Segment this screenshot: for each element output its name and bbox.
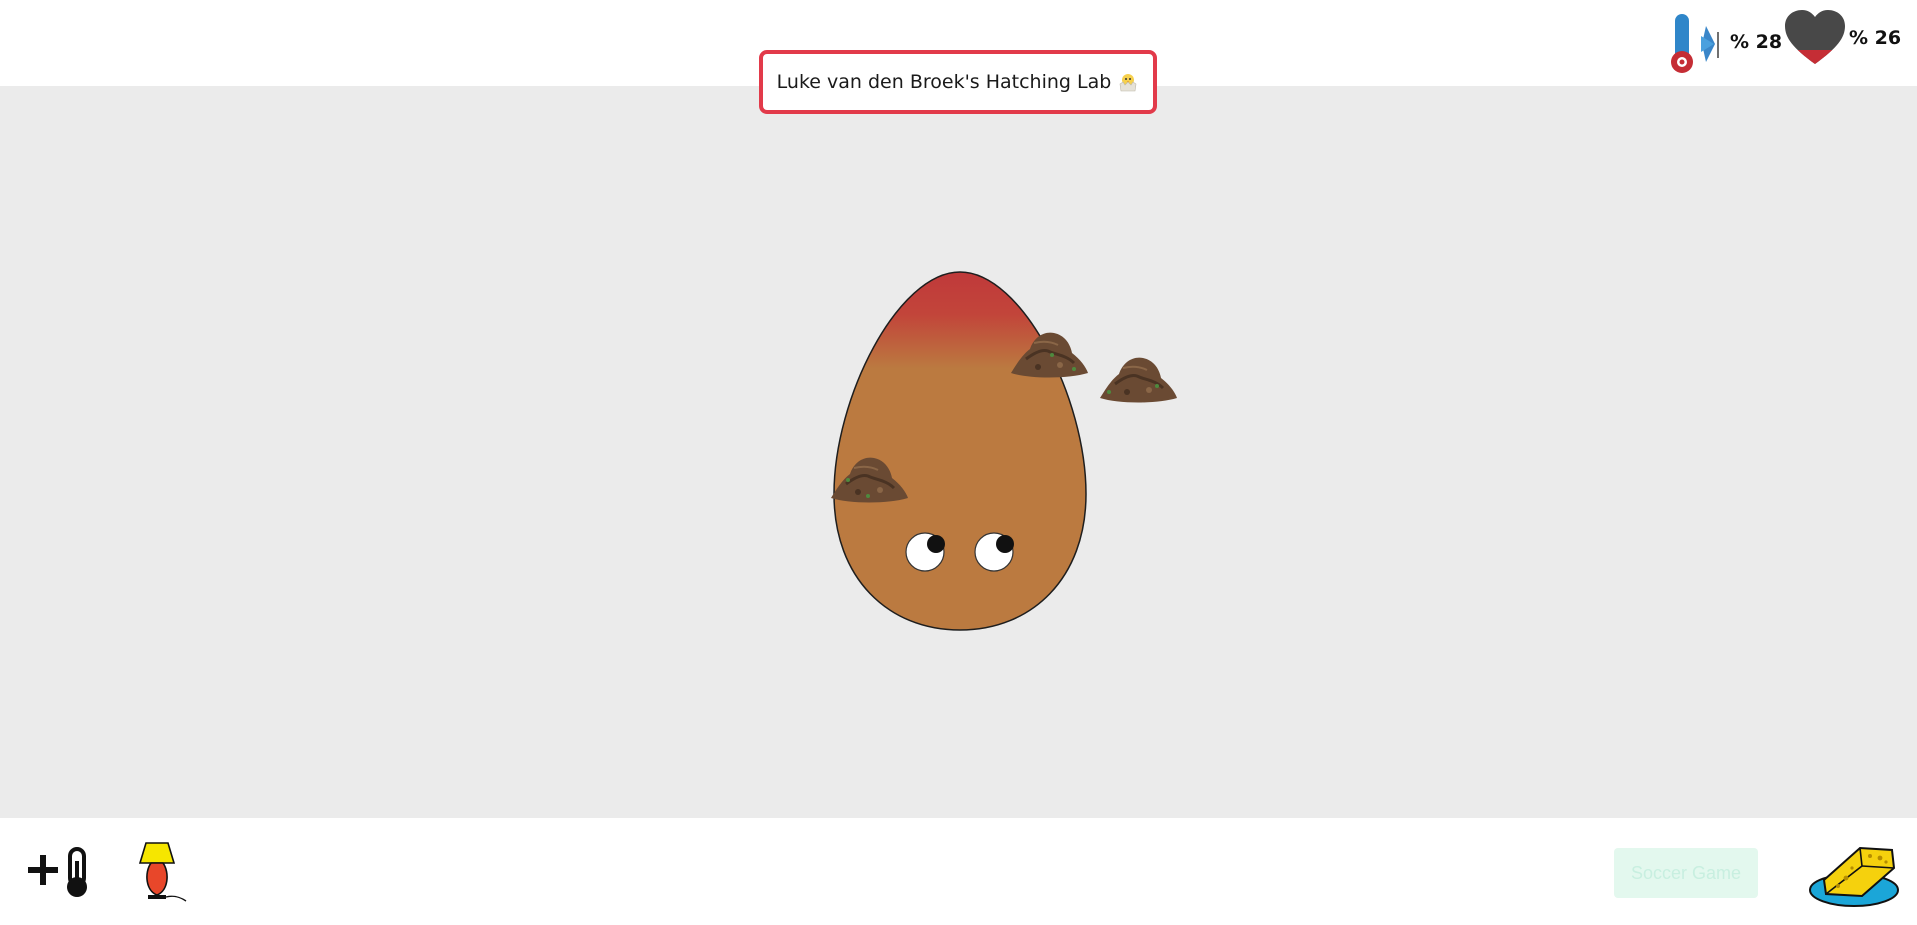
lab-title-text: Luke van den Broek's Hatching Lab (776, 71, 1112, 93)
lamp-button[interactable] (134, 839, 190, 906)
hatching-chick-icon (1119, 74, 1137, 92)
left-eye (905, 532, 945, 572)
right-eye (974, 532, 1014, 572)
temperature-value: % 28 (1730, 31, 1783, 53)
thermometer-fan-icon (1671, 14, 1719, 73)
soccer-game-button[interactable]: Soccer Game (1614, 848, 1758, 898)
dirt-pile[interactable] (828, 450, 910, 504)
dirt-pile[interactable] (1008, 325, 1090, 379)
sponge-icon (1809, 846, 1899, 907)
egg-eyes (905, 532, 1014, 572)
lab-title: Luke van den Broek's Hatching Lab (759, 50, 1157, 114)
sponge-button[interactable] (1806, 834, 1902, 913)
love-stat: % 26 (1783, 8, 1901, 68)
lamp-icon (138, 842, 187, 902)
love-value: % 26 (1849, 27, 1902, 49)
add-heat-thermometer-icon (28, 847, 87, 897)
heart-icon (1785, 10, 1845, 64)
dirt-pile[interactable] (1097, 350, 1179, 404)
temperature-stat: % 28 (1668, 8, 1782, 76)
add-heat-button[interactable] (24, 843, 98, 902)
